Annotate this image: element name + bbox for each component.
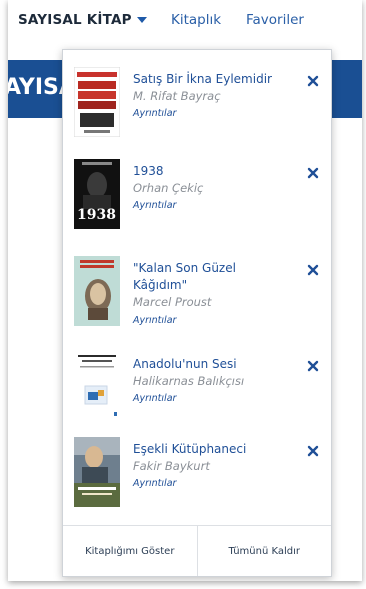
book-author: Halikarnas Balıkçısı <box>133 374 245 388</box>
show-library-button[interactable]: Kitaplığımı Göster <box>63 526 197 576</box>
cover-text: 1938 <box>77 207 116 223</box>
book-author: Fakir Baykurt <box>133 459 210 473</box>
brand-menu-toggle[interactable]: SAYISAL KİTAP <box>18 12 147 28</box>
close-icon[interactable] <box>306 73 320 87</box>
book-title[interactable]: Satış Bir İkna Eylemidir <box>133 71 293 88</box>
close-icon[interactable] <box>306 443 320 457</box>
list-item: "Kalan Son Güzel Kâğıdım" Marcel Proust … <box>63 256 331 346</box>
close-icon[interactable] <box>306 262 320 276</box>
details-link[interactable]: Ayrıntılar <box>133 315 176 326</box>
list-item: 1938 1938 Orhan Çekiç Ayrıntılar <box>63 159 331 249</box>
book-author: Marcel Proust <box>133 295 212 309</box>
book-title[interactable]: "Kalan Son Güzel Kâğıdım" <box>133 260 293 294</box>
top-navigation: SAYISAL KİTAP Kitaplık Favoriler <box>8 0 362 44</box>
book-author: M. Rifat Bayraç <box>133 89 221 103</box>
list-item: Satış Bir İkna Eylemidir M. Rifat Bayraç… <box>63 67 331 157</box>
book-author: Orhan Çekiç <box>133 181 204 195</box>
chevron-down-icon <box>136 17 147 23</box>
book-title[interactable]: Anadolu'nun Sesi <box>133 356 293 373</box>
dropdown-footer: Kitaplığımı Göster Tümünü Kaldır <box>63 525 331 576</box>
brand-label: SAYISAL KİTAP <box>18 12 132 28</box>
book-title[interactable]: Eşekli Kütüphaneci <box>133 441 293 458</box>
book-cover-icon[interactable] <box>74 256 120 326</box>
book-cover-icon[interactable]: 1938 <box>74 159 120 229</box>
book-cover-icon[interactable] <box>74 437 120 507</box>
details-link[interactable]: Ayrıntılar <box>133 478 176 489</box>
details-link[interactable]: Ayrıntılar <box>133 108 176 119</box>
app-window: SAYISAL KİTAP Kitaplık Favoriler AYISA S… <box>8 0 362 581</box>
close-icon[interactable] <box>306 358 320 372</box>
book-cover-icon[interactable] <box>74 67 120 137</box>
book-title[interactable]: 1938 <box>133 163 293 180</box>
book-cover-icon[interactable] <box>74 352 120 422</box>
details-link[interactable]: Ayrıntılar <box>133 393 176 404</box>
nav-link-library[interactable]: Kitaplık <box>171 12 221 28</box>
details-link[interactable]: Ayrıntılar <box>133 200 176 211</box>
library-dropdown: Satış Bir İkna Eylemidir M. Rifat Bayraç… <box>62 49 332 577</box>
list-item: Anadolu'nun Sesi Halikarnas Balıkçısı Ay… <box>63 352 331 442</box>
nav-link-favorites[interactable]: Favoriler <box>246 12 304 28</box>
remove-all-button[interactable]: Tümünü Kaldır <box>198 526 332 576</box>
list-item: Eşekli Kütüphaneci Fakir Baykurt Ayrıntı… <box>63 437 331 527</box>
close-icon[interactable] <box>306 165 320 179</box>
